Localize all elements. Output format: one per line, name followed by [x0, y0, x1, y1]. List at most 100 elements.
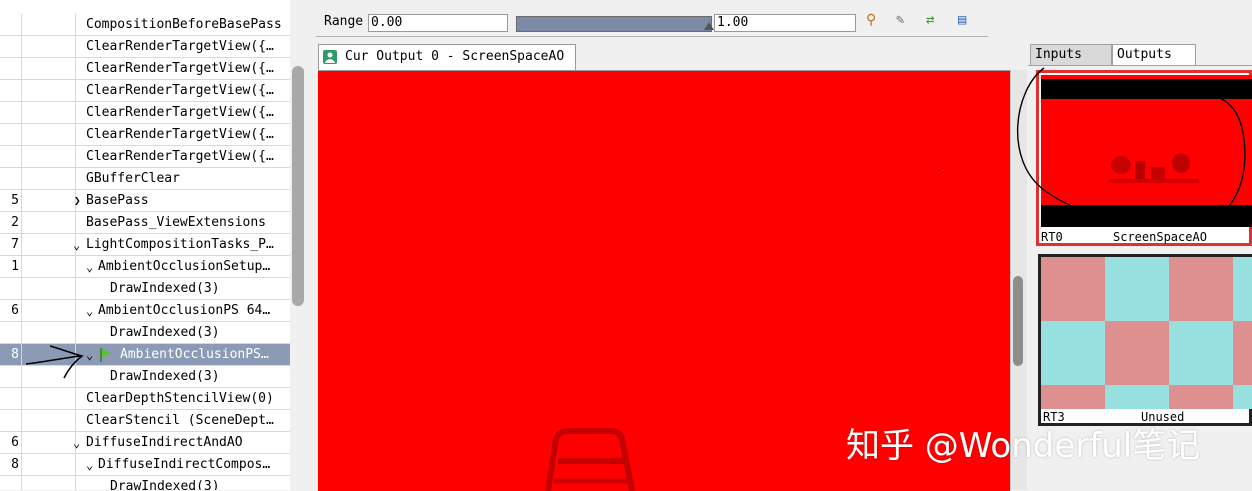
tree-row[interactable]: 5 ❯ BasePass [0, 190, 290, 212]
tree-column [22, 36, 76, 57]
histogram-tool-icon[interactable]: ▤ [958, 12, 966, 28]
tree-column [22, 14, 76, 35]
event-id: 8 [0, 344, 22, 365]
tree-column [22, 80, 76, 101]
tree-row-label: ClearDepthStencilView(0) [86, 391, 274, 406]
range-slider-handle[interactable] [704, 22, 714, 30]
tree-row[interactable]: ClearRenderTargetView({… [0, 124, 290, 146]
tab-title: Cur Output 0 - ScreenSpaceAO [345, 49, 565, 64]
tree-column [22, 146, 76, 167]
tree-column [22, 58, 76, 79]
tree-row[interactable]: ClearRenderTargetView({… [0, 58, 290, 80]
range-slider[interactable] [516, 16, 712, 32]
tree-column [22, 102, 76, 123]
tree-row[interactable]: ClearRenderTargetView({… [0, 146, 290, 168]
tree-column [22, 322, 76, 343]
event-id: 7 [0, 234, 22, 255]
event-id [0, 80, 22, 101]
collapse-chevron-icon[interactable]: ⌄ [73, 234, 80, 256]
tree-row-label: BasePass_ViewExtensions [86, 215, 267, 230]
watermark-text: 知乎 @Wonderful笔记 [846, 426, 1201, 466]
tree-row-label: AmbientOcclusionSetup… [98, 259, 271, 274]
texture-tab-icon [323, 50, 337, 64]
tree-row-label: DiffuseIndirectAndAO [86, 435, 243, 450]
tree-row[interactable]: ClearRenderTargetView({… [0, 80, 290, 102]
tree-row-label: DiffuseIndirectCompos… [98, 457, 271, 472]
checkerboard-placeholder [1041, 257, 1252, 409]
tree-row-label: DrawIndexed(3) [110, 479, 220, 490]
tree-row-label: DrawIndexed(3) [110, 325, 220, 340]
arrow-annotation-icon [25, 345, 84, 379]
range-max-input[interactable]: 1.00 [714, 14, 856, 32]
refresh-tool-icon[interactable]: ⇄ [926, 12, 934, 28]
event-id [0, 168, 22, 189]
tree-row-label: ClearRenderTargetView({… [86, 127, 274, 142]
tree-row[interactable]: GBufferClear [0, 168, 290, 190]
tree-row-label: DrawIndexed(3) [110, 369, 220, 384]
zoom-tool-icon[interactable]: ⚲ [866, 12, 876, 28]
tab-cur-output[interactable]: Cur Output 0 - ScreenSpaceAO [318, 44, 576, 70]
tree-row[interactable]: DrawIndexed(3) [0, 278, 290, 300]
pick-tool-icon[interactable]: ✎ [896, 12, 904, 28]
range-label: Range [322, 14, 370, 32]
tree-row-label: ClearRenderTargetView({… [86, 149, 274, 164]
tree-row[interactable]: ClearRenderTargetView({… [0, 102, 290, 124]
event-id: 5 [0, 190, 22, 211]
tree-row[interactable]: DrawIndexed(3) [0, 476, 290, 490]
event-id: 6 [0, 300, 22, 321]
range-toolbar: Range 0.00 1.00 ⚲ ✎ ⇄ ▤ [316, 8, 988, 37]
circle-annotation-icon [1016, 67, 1246, 227]
collapse-chevron-icon[interactable]: ⌄ [86, 344, 93, 366]
range-min-input[interactable]: 0.00 [368, 14, 508, 32]
collapse-chevron-icon[interactable]: ⌄ [86, 256, 93, 278]
tree-scrollbar-thumb[interactable] [292, 66, 304, 306]
expand-chevron-icon[interactable]: ❯ [74, 190, 81, 212]
event-browser-tree: CompositionBeforeBasePass ClearRenderTar… [0, 0, 291, 490]
tree-row-label: BasePass [86, 193, 149, 208]
tree-column [22, 300, 76, 321]
tree-row-label: ClearRenderTargetView({… [86, 61, 274, 76]
thumbnail-rt3[interactable]: RT3 Unused [1038, 254, 1252, 426]
event-id [0, 278, 22, 299]
collapse-chevron-icon[interactable]: ⌄ [73, 432, 80, 454]
tree-row[interactable]: 8 ⌄ DiffuseIndirectCompos… [0, 454, 290, 476]
event-id [0, 14, 22, 35]
event-id: 8 [0, 454, 22, 475]
event-id: 2 [0, 212, 22, 233]
tree-row[interactable]: 2 BasePass_ViewExtensions [0, 212, 290, 234]
event-id [0, 410, 22, 431]
tree-row[interactable]: 7 ⌄ LightCompositionTasks_P… [0, 234, 290, 256]
event-id [0, 322, 22, 343]
tree-row-label: LightCompositionTasks_P… [86, 237, 274, 252]
event-id [0, 388, 22, 409]
collapse-chevron-icon[interactable]: ⌄ [86, 300, 93, 322]
tree-column [22, 124, 76, 145]
tree-column [22, 234, 76, 255]
viewer-scrollbar-thumb[interactable] [1013, 276, 1023, 366]
tree-row[interactable]: 6 ⌄ DiffuseIndirectAndAO [0, 432, 290, 454]
tree-column [22, 278, 76, 299]
scene-object-shadow [545, 428, 635, 491]
tree-row[interactable]: ClearRenderTargetView({… [0, 36, 290, 58]
tree-row[interactable]: ClearStencil (SceneDept… [0, 410, 290, 432]
event-id: 1 [0, 256, 22, 277]
tree-column [22, 388, 76, 409]
event-id [0, 366, 22, 387]
tree-row-label: AmbientOcclusionPS… [120, 347, 269, 362]
collapse-chevron-icon[interactable]: ⌄ [86, 454, 93, 476]
tree-column [22, 476, 76, 490]
event-id [0, 124, 22, 145]
tree-row[interactable]: ClearDepthStencilView(0) [0, 388, 290, 410]
tree-column [22, 410, 76, 431]
tree-row-label: ClearStencil (SceneDept… [86, 413, 274, 428]
event-id [0, 36, 22, 57]
green-flag-icon [100, 348, 112, 366]
tree-row[interactable]: 6 ⌄ AmbientOcclusionPS 64… [0, 300, 290, 322]
tree-row[interactable]: 1 ⌄ AmbientOcclusionSetup… [0, 256, 290, 278]
tree-column [22, 454, 76, 475]
tree-row-label: ClearRenderTargetView({… [86, 39, 274, 54]
tree-row[interactable]: CompositionBeforeBasePass [0, 14, 290, 36]
tree-row[interactable]: DrawIndexed(3) [0, 322, 290, 344]
tree-column [22, 168, 76, 189]
tree-row-label: AmbientOcclusionPS 64… [98, 303, 271, 318]
